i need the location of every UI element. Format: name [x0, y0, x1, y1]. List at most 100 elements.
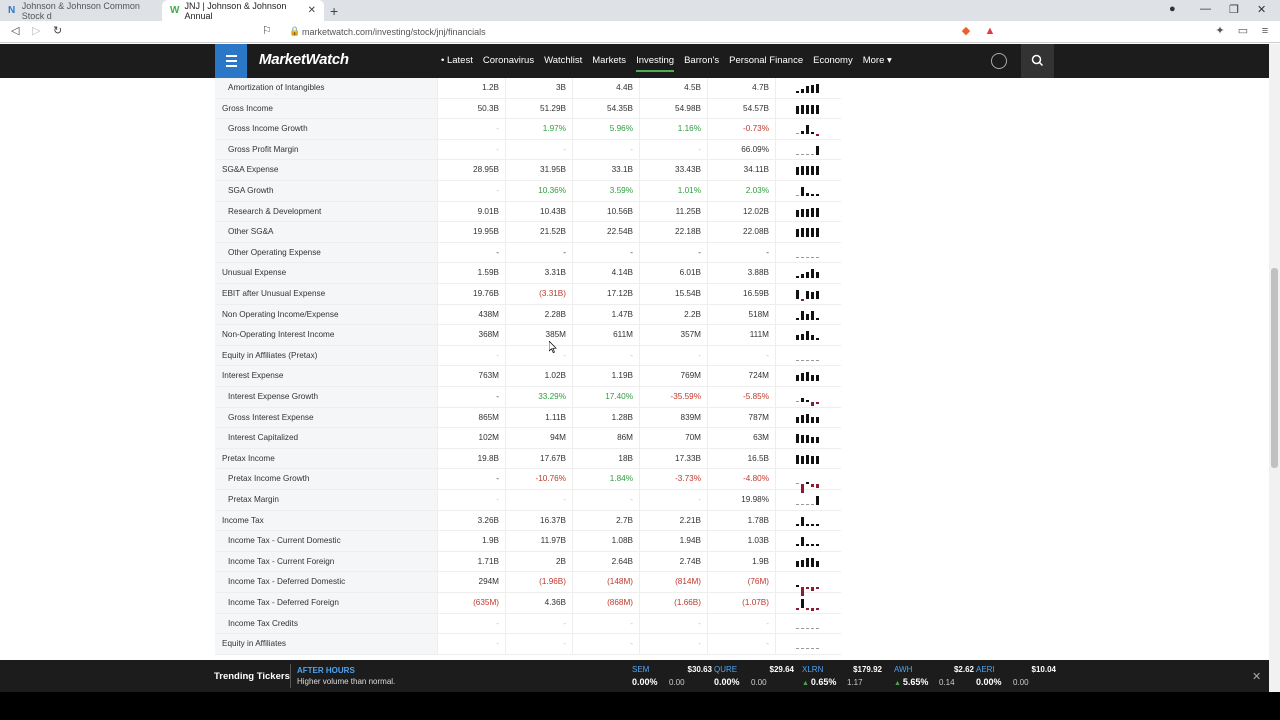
- row-value: -: [437, 490, 505, 510]
- nav-barrons[interactable]: Barron's: [684, 44, 719, 78]
- ticker-item[interactable]: XLRN $179.92 ▲ 0.65% 1.17: [802, 665, 882, 687]
- sparkline-bar: [806, 104, 809, 114]
- nav-watchlist[interactable]: Watchlist: [544, 44, 582, 78]
- close-icon[interactable]: ✕: [1252, 670, 1261, 683]
- table-row: Interest Expense Growth -33.29% 17.40% -35.…: [215, 387, 841, 408]
- row-value: 28.95B: [437, 160, 505, 180]
- nav-coronavirus[interactable]: Coronavirus: [483, 44, 534, 78]
- up-arrow-icon: ▲: [894, 680, 903, 687]
- sparkline-bar: [806, 504, 809, 505]
- brave-shield-icon[interactable]: ◆: [959, 24, 973, 38]
- sparkline-bar: [816, 484, 819, 489]
- forward-icon[interactable]: ▷: [32, 24, 40, 37]
- sparkline-bar: [796, 504, 799, 505]
- sparkline-bar: [796, 560, 799, 567]
- table-row: Non Operating Income/Expense 438M 2.28B 1.4…: [215, 304, 841, 326]
- ticker-item[interactable]: AWH $2.62 ▲ 5.65% 0.14: [894, 665, 974, 687]
- url-field[interactable]: marketwatch.com/investing/stock/jnj/fina…: [302, 24, 972, 40]
- ticker-price: $30.63: [687, 665, 712, 674]
- sparkline-bar: [796, 317, 799, 320]
- close-tab-icon[interactable]: ✕: [308, 5, 316, 16]
- sparkline-bar: [811, 648, 814, 650]
- sparkline-bar: [811, 627, 814, 629]
- sparkline-bar: [796, 416, 799, 423]
- sparkline-bar: [806, 166, 809, 176]
- search-button[interactable]: [1021, 44, 1054, 78]
- row-value: 1.02B: [505, 366, 572, 386]
- sparkline-bar: [806, 331, 809, 341]
- table-row: Non-Operating Interest Income 368M 385M 611…: [215, 325, 841, 346]
- menu-icon[interactable]: ≡: [1258, 24, 1272, 38]
- row-value: 31.95B: [505, 160, 572, 180]
- row-value: -: [437, 119, 505, 139]
- nav-markets[interactable]: Markets: [592, 44, 626, 78]
- brave-rewards-icon[interactable]: ▲: [983, 24, 997, 38]
- new-tab-icon[interactable]: +: [330, 3, 338, 19]
- row-value: 11.97B: [505, 531, 572, 551]
- row-label: Gross Interest Expense: [215, 407, 437, 428]
- bookmark-icon[interactable]: ⚐: [262, 24, 272, 37]
- row-value: -: [639, 139, 707, 160]
- trending-tickers-title: Trending Tickers: [214, 671, 290, 682]
- row-value: -: [572, 242, 639, 263]
- profile-icon[interactable]: ●: [1169, 3, 1176, 15]
- user-account-icon[interactable]: [991, 53, 1007, 69]
- row-value: 1.2B: [437, 78, 505, 98]
- reload-icon[interactable]: ↻: [53, 24, 62, 37]
- ticker-item[interactable]: SEM $30.63 0.00% 0.00: [632, 665, 712, 687]
- financials-table: Amortization of Intangibles 1.2B 3B 4.4B 4.5…: [215, 78, 841, 660]
- row-value: 1.97%: [505, 119, 572, 139]
- row-value: 518M: [707, 304, 775, 325]
- restore-icon[interactable]: ❐: [1229, 3, 1239, 16]
- sparkline-bar: [801, 455, 804, 464]
- nav-more[interactable]: More ▾: [863, 44, 892, 78]
- sparkline-bar: [811, 557, 814, 567]
- sparkline-bar: [796, 648, 799, 650]
- ticker-item[interactable]: AERI $10.04 0.00% 0.00: [976, 665, 1056, 687]
- ticker-change: 0.00: [669, 678, 685, 687]
- trend-sparkline: [775, 387, 841, 407]
- sparkline-bar: [801, 208, 804, 217]
- close-window-icon[interactable]: ✕: [1257, 3, 1266, 16]
- ticker-price: $10.04: [1031, 665, 1056, 674]
- row-value: -: [505, 634, 572, 654]
- ticker-change-pct: 0.00%: [714, 677, 740, 687]
- wallet-icon[interactable]: ▭: [1236, 24, 1250, 38]
- sparkline-bar: [811, 484, 814, 488]
- scrollbar-thumb[interactable]: [1271, 268, 1278, 468]
- browser-tab-active[interactable]: W JNJ | Johnson & Johnson Annual ✕: [162, 0, 324, 21]
- extensions-icon[interactable]: ✦: [1213, 24, 1227, 38]
- trending-tickers-bar: Trending Tickers AFTER HOURS Higher volu…: [0, 660, 1280, 692]
- row-label: Non Operating Income/Expense: [215, 304, 437, 325]
- trend-sparkline: [775, 160, 841, 180]
- table-row: Research & Development 9.01B 10.43B 10.56B 1…: [215, 201, 841, 223]
- ticker-symbol: SEM: [632, 665, 650, 674]
- sparkline-bar: [816, 166, 819, 176]
- sparkline-bar: [806, 454, 809, 464]
- ticker-item[interactable]: QURE $29.64 0.00% 0.00: [714, 665, 794, 687]
- nav-personal-finance[interactable]: Personal Finance: [729, 44, 803, 78]
- sparkline-bar: [811, 544, 814, 547]
- back-icon[interactable]: ◁: [11, 24, 19, 37]
- row-label: Gross Income Growth: [215, 119, 437, 139]
- nav-economy[interactable]: Economy: [813, 44, 853, 78]
- ticker-change-pct: 0.00%: [976, 677, 1002, 687]
- minimize-icon[interactable]: —: [1200, 3, 1211, 15]
- row-value: 9.01B: [437, 201, 505, 222]
- nav-investing[interactable]: Investing: [636, 44, 675, 78]
- row-value: 294M: [437, 572, 505, 592]
- nav-latest[interactable]: • Latest: [441, 44, 473, 78]
- row-value: -: [505, 613, 572, 634]
- after-hours-label[interactable]: AFTER HOURS: [297, 666, 355, 675]
- trend-sparkline: [775, 593, 841, 613]
- row-value: 6.01B: [639, 263, 707, 283]
- row-value: 2.21B: [639, 510, 707, 531]
- ticker-price: $29.64: [769, 665, 794, 674]
- sparkline-bar: [796, 434, 799, 444]
- row-value: 22.08B: [707, 222, 775, 242]
- marketwatch-logo[interactable]: MarketWatch: [259, 51, 349, 68]
- row-value: -: [437, 181, 505, 201]
- site-header: MarketWatch • Latest Coronavirus Watchli…: [0, 44, 1269, 78]
- hamburger-menu-icon[interactable]: [215, 44, 247, 78]
- browser-tab[interactable]: N Johnson & Johnson Common Stock d: [0, 0, 162, 21]
